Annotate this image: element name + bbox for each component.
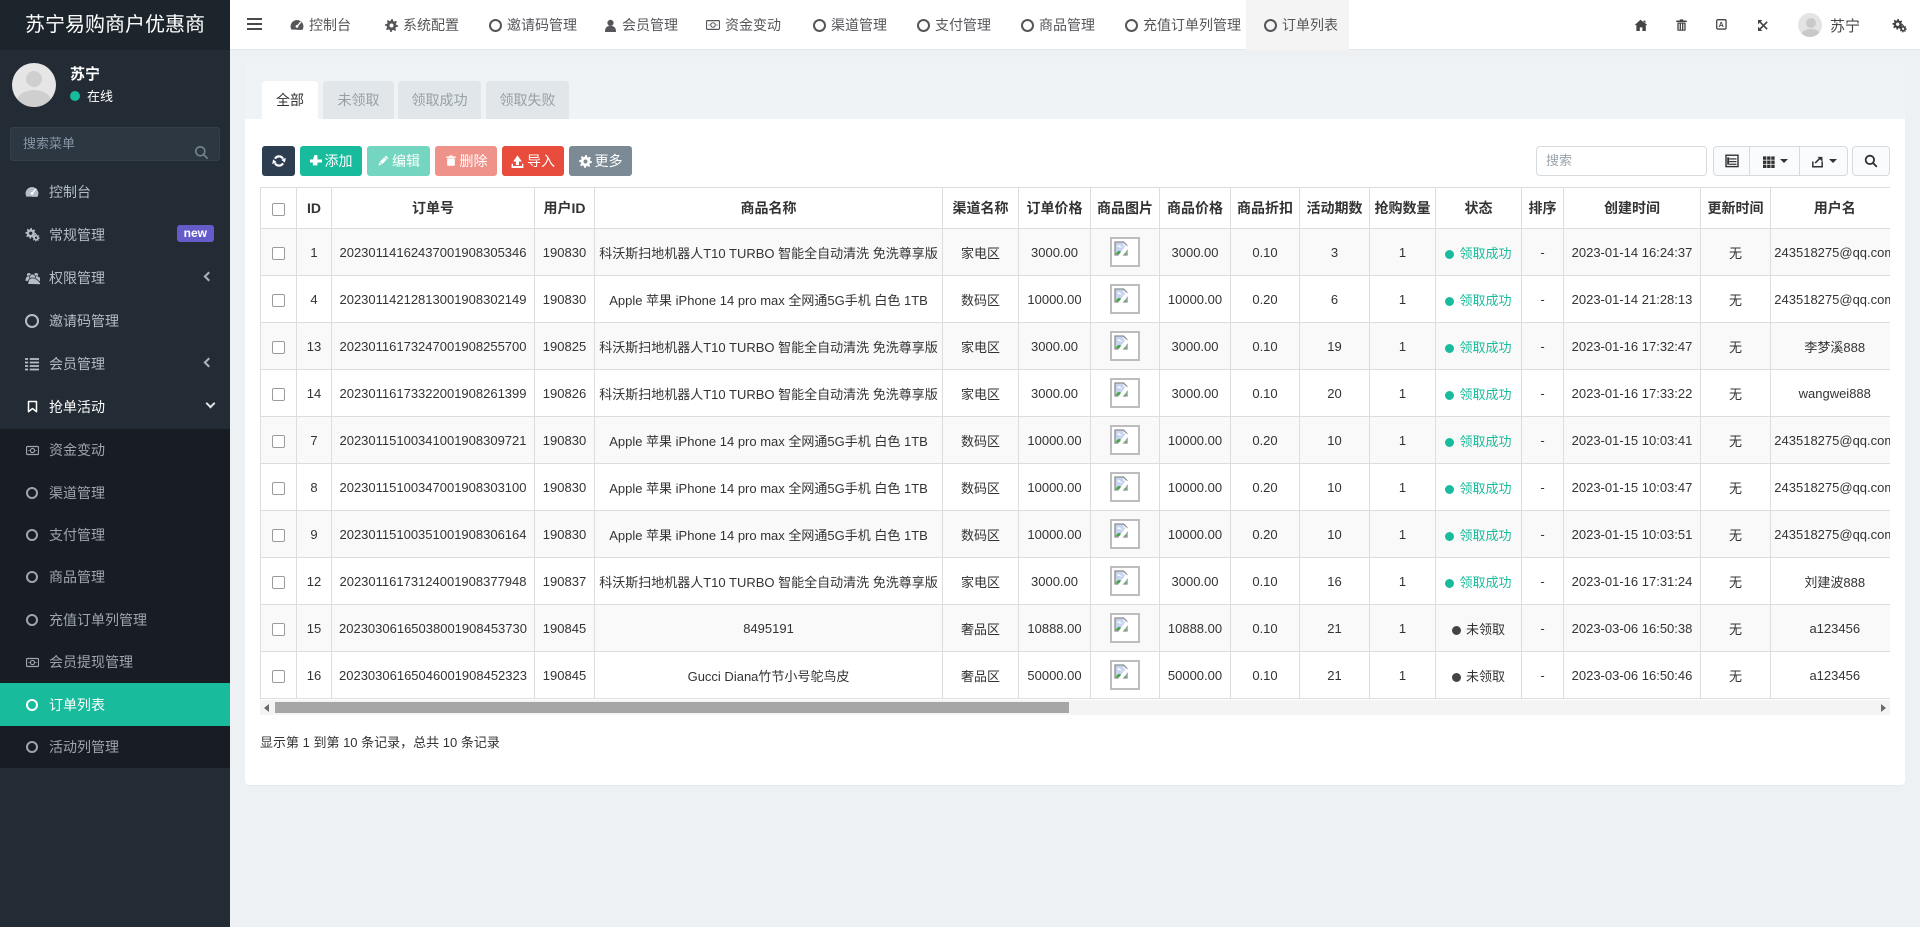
svg-text:A: A — [1719, 21, 1724, 29]
